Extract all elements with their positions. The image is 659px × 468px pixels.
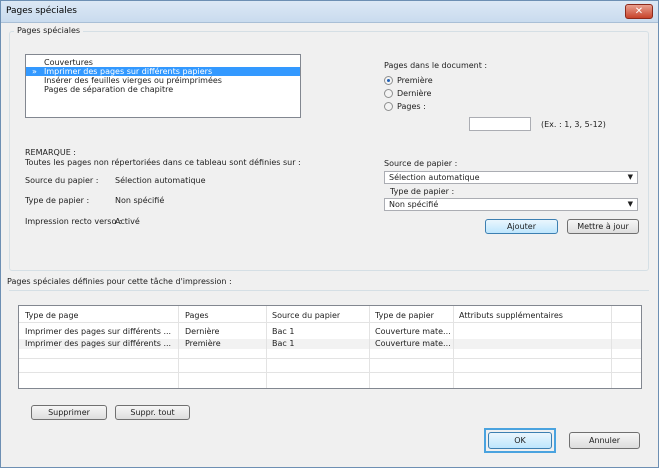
list-item-label: Pages de séparation de chapitre <box>44 85 174 94</box>
list-item-different-papers[interactable]: » Imprimer des pages sur différents papi… <box>26 67 300 76</box>
cancel-button[interactable]: Annuler <box>569 432 640 449</box>
type-dropdown-value: Non spécifié <box>389 200 439 209</box>
table-section-label: Pages spéciales définies pour cette tâch… <box>7 277 232 286</box>
remark-source-label: Source du papier : <box>25 176 99 185</box>
cell-source: Bac 1 <box>272 339 295 348</box>
special-pages-dialog: Pages spéciales ✕ Pages spéciales Couver… <box>0 0 659 468</box>
group-title: Pages spéciales <box>14 26 84 35</box>
cell-pages: Première <box>185 339 221 348</box>
header-extra-attributes[interactable]: Attributs supplémentaires <box>459 311 563 320</box>
delete-button[interactable]: Supprimer <box>31 405 107 420</box>
delete-all-button[interactable]: Suppr. tout <box>115 405 190 420</box>
pages-in-document-label: Pages dans le document : <box>384 61 488 70</box>
selected-marker-icon: » <box>32 67 37 76</box>
radio-first-label: Première <box>397 76 433 85</box>
title-bar: Pages spéciales ✕ <box>1 1 658 23</box>
radio-pages[interactable] <box>384 102 393 111</box>
close-icon[interactable]: ✕ <box>625 4 653 19</box>
remark-type-value: Non spécifié <box>115 196 165 205</box>
list-item-covers[interactable]: Couvertures <box>26 58 300 67</box>
source-label: Source de papier : <box>384 159 458 168</box>
remark-duplex-label: Impression recto verso : <box>25 217 122 226</box>
remark-duplex-value: Activé <box>115 217 140 226</box>
list-item-label: Imprimer des pages sur différents papier… <box>44 67 213 76</box>
window-title: Pages spéciales <box>6 6 77 16</box>
list-item-label: Insérer des feuilles vierges ou préimpri… <box>44 76 222 85</box>
update-button[interactable]: Mettre à jour <box>567 219 639 234</box>
header-paper-source[interactable]: Source du papier <box>272 311 340 320</box>
source-dropdown-value: Sélection automatique <box>389 173 480 182</box>
ok-button[interactable]: OK <box>488 432 552 449</box>
page-type-list[interactable]: Couvertures » Imprimer des pages sur dif… <box>25 54 301 118</box>
row-divider <box>19 358 641 359</box>
cell-page-type: Imprimer des pages sur différents ... <box>25 339 172 348</box>
chevron-down-icon: ▼ <box>627 173 633 181</box>
header-paper-type[interactable]: Type de papier <box>375 311 434 320</box>
radio-last-label: Dernière <box>397 89 432 98</box>
divider <box>9 290 649 291</box>
remark-text: Toutes les pages non répertoriées dans c… <box>25 158 301 167</box>
list-item-insert-blank[interactable]: Insérer des feuilles vierges ou préimpri… <box>26 76 300 85</box>
list-item-label: Couvertures <box>44 58 93 67</box>
column-divider <box>178 306 179 388</box>
cell-paper-type: Couverture mate... <box>375 339 451 348</box>
header-pages[interactable]: Pages <box>185 311 209 320</box>
type-label: Type de papier : <box>390 187 455 196</box>
column-divider <box>611 306 612 388</box>
header-separator <box>19 322 641 323</box>
cell-paper-type: Couverture mate... <box>375 327 451 336</box>
pages-range-input[interactable] <box>469 117 531 131</box>
chevron-down-icon: ▼ <box>627 200 633 208</box>
add-button[interactable]: Ajouter <box>485 219 558 234</box>
radio-last[interactable] <box>384 89 393 98</box>
radio-pages-label: Pages : <box>397 102 426 111</box>
cell-page-type: Imprimer des pages sur différents ... <box>25 327 172 336</box>
type-dropdown[interactable]: Non spécifié ▼ <box>384 198 638 211</box>
column-divider <box>266 306 267 388</box>
special-pages-table[interactable]: Type de page Pages Source du papier Type… <box>18 305 642 389</box>
column-divider <box>453 306 454 388</box>
column-divider <box>369 306 370 388</box>
header-page-type[interactable]: Type de page <box>25 311 78 320</box>
source-dropdown[interactable]: Sélection automatique ▼ <box>384 171 638 184</box>
remark-title: REMARQUE : <box>25 148 76 157</box>
cell-pages: Dernière <box>185 327 220 336</box>
pages-range-hint: (Ex. : 1, 3, 5-12) <box>541 120 606 129</box>
remark-type-label: Type de papier : <box>25 196 90 205</box>
row-divider <box>19 372 641 373</box>
list-item-chapter-separator[interactable]: Pages de séparation de chapitre <box>26 85 300 94</box>
remark-source-value: Sélection automatique <box>115 176 206 185</box>
radio-first[interactable] <box>384 76 393 85</box>
cell-source: Bac 1 <box>272 327 295 336</box>
